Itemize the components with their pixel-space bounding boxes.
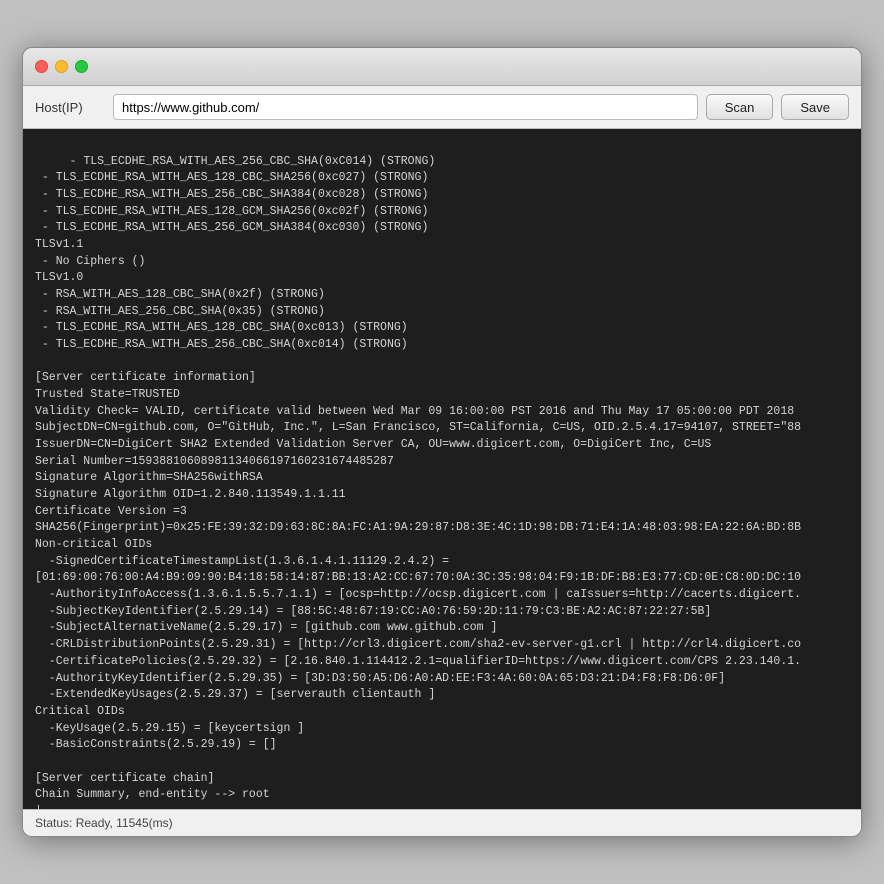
maximize-button[interactable] (75, 60, 88, 73)
close-button[interactable] (35, 60, 48, 73)
scan-button[interactable]: Scan (706, 94, 774, 120)
output-text: - TLS_ECDHE_RSA_WITH_AES_256_CBC_SHA(0xC… (35, 155, 829, 809)
host-input[interactable] (113, 94, 698, 120)
app-window: Host(IP) Scan Save - TLS_ECDHE_RSA_WITH_… (22, 47, 862, 837)
traffic-lights (35, 60, 88, 73)
output-area[interactable]: - TLS_ECDHE_RSA_WITH_AES_256_CBC_SHA(0xC… (23, 129, 861, 809)
host-label: Host(IP) (35, 100, 105, 115)
save-button[interactable]: Save (781, 94, 849, 120)
minimize-button[interactable] (55, 60, 68, 73)
toolbar: Host(IP) Scan Save (23, 86, 861, 129)
titlebar (23, 48, 861, 86)
statusbar: Status: Ready, 11545(ms) (23, 809, 861, 836)
status-text: Status: Ready, 11545(ms) (35, 816, 173, 830)
